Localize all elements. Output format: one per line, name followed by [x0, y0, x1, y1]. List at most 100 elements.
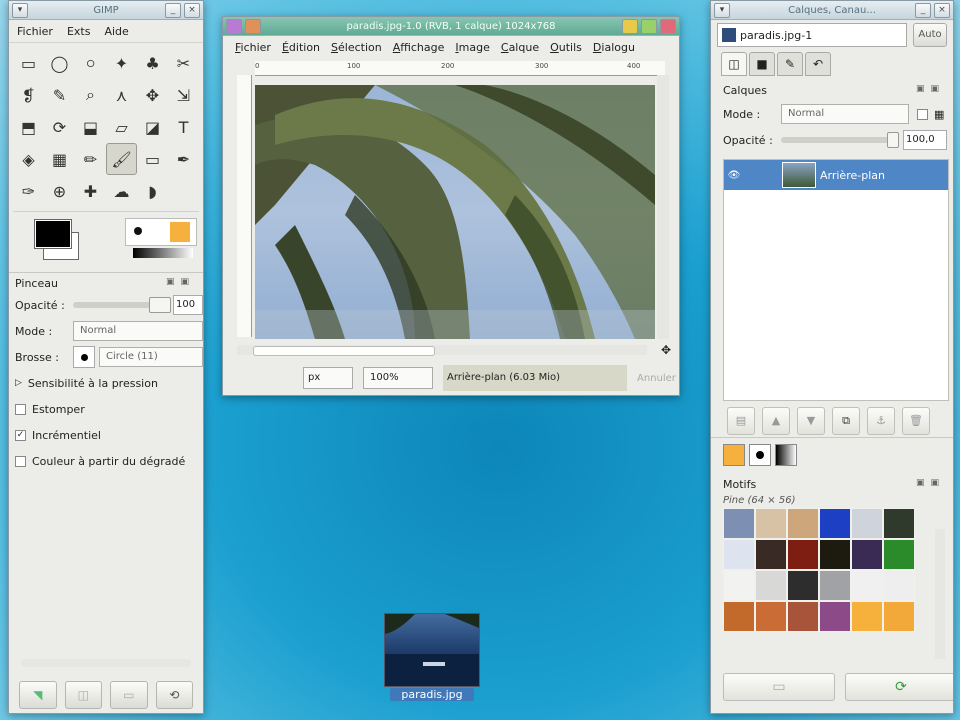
eraser-icon[interactable]: ▭ [137, 143, 168, 175]
heal-icon[interactable]: ✚ [75, 175, 106, 207]
brush-name-field[interactable]: Circle (11) [99, 347, 203, 367]
pattern-swatch[interactable] [883, 601, 915, 632]
layer-opacity-slider[interactable] [781, 132, 899, 148]
pattern-swatch[interactable] [723, 601, 755, 632]
tab-paths[interactable]: ✎ [777, 52, 803, 76]
pattern-swatch[interactable] [851, 601, 883, 632]
pattern-swatch[interactable] [883, 570, 915, 601]
brush-pattern-preview[interactable] [125, 218, 197, 246]
clone-icon[interactable]: ⊕ [44, 175, 75, 207]
paintbrush-icon[interactable]: 🖌 [106, 143, 137, 175]
ellipse-select-icon[interactable]: ◯ [44, 47, 75, 79]
reset-options-button[interactable]: ⟲ [155, 681, 193, 709]
save-options-button[interactable]: ◥ [19, 681, 57, 709]
delete-layer-button[interactable]: 🗑 [902, 407, 930, 435]
bucket-fill-icon[interactable]: ◈ [13, 143, 44, 175]
tab-layers[interactable]: ◫ [721, 52, 747, 76]
pattern-swatch[interactable] [723, 539, 755, 570]
menu-exts[interactable]: Exts [67, 25, 91, 38]
menu-fichier[interactable]: Fichier [235, 41, 271, 54]
menu-fichier[interactable]: Fichier [17, 25, 53, 38]
pattern-swatch[interactable] [787, 570, 819, 601]
menu-affichage[interactable]: Affichage [393, 41, 445, 54]
pattern-swatch[interactable] [883, 508, 915, 539]
text-icon[interactable]: T [168, 111, 199, 143]
ink-icon[interactable]: ✑ [13, 175, 44, 207]
pattern-swatch[interactable] [723, 508, 755, 539]
layer-opacity-knob[interactable] [887, 132, 899, 148]
layer-opacity-field[interactable]: 100,0 [903, 130, 947, 150]
navigate-icon[interactable]: ✥ [661, 343, 671, 357]
pressure-expander[interactable]: ▷ Sensibilité à la pression [9, 370, 203, 396]
checkbox-estomper[interactable] [15, 403, 26, 415]
lock-alpha-checkbox[interactable] [917, 108, 928, 120]
scissors-icon[interactable]: ✂ [168, 47, 199, 79]
opacity-slider-knob[interactable] [149, 297, 171, 313]
options-scrollbar[interactable] [21, 659, 191, 667]
refresh-patterns-button[interactable]: ⟳ [845, 673, 953, 701]
layer-mode-combo[interactable]: Normal [781, 104, 909, 124]
pattern-swatch[interactable] [723, 570, 755, 601]
paths-icon[interactable]: ❡ [13, 79, 44, 111]
perspective-icon[interactable]: ◪ [137, 111, 168, 143]
scale-icon[interactable]: ⬓ [75, 111, 106, 143]
opacity-value-field[interactable]: 100 [173, 295, 203, 315]
pattern-scrollbar[interactable] [935, 529, 945, 659]
checkbox-incremental[interactable]: ✓ [15, 429, 26, 441]
tab-undo[interactable]: ↶ [805, 52, 831, 76]
pattern-swatch[interactable] [787, 539, 819, 570]
expander-arrow-icon[interactable]: ▷ [15, 378, 22, 388]
raise-layer-button[interactable]: ▲ [762, 407, 790, 435]
pattern-swatch[interactable] [851, 508, 883, 539]
desktop-file-thumbnail[interactable] [384, 613, 480, 687]
layer-name[interactable]: Arrière-plan [820, 169, 885, 182]
menu-image[interactable]: Image [455, 41, 489, 54]
dock-titlebar[interactable]: ▾ Calques, Canau... _ × [711, 1, 953, 20]
align-icon[interactable]: ⇲ [168, 79, 199, 111]
menu-dialogues[interactable]: Dialogu [593, 41, 635, 54]
menu-calque[interactable]: Calque [501, 41, 539, 54]
crop-icon[interactable]: ⬒ [13, 111, 44, 143]
dodge-burn-icon[interactable]: ◗ [137, 175, 168, 207]
horizontal-ruler[interactable]: 0 100 200 300 400 [255, 61, 665, 76]
menu-edition[interactable]: Édition [282, 41, 320, 54]
vertical-scrollbar[interactable] [657, 75, 669, 339]
image-canvas[interactable] [255, 85, 655, 339]
tab-patterns[interactable] [723, 444, 745, 466]
unit-combo[interactable]: px [303, 367, 353, 389]
color-select-icon[interactable]: ♣ [137, 47, 168, 79]
check-gradient-color[interactable]: Couleur à partir du dégradé [9, 448, 203, 474]
check-estomper[interactable]: Estomper [9, 396, 203, 422]
layer-row[interactable]: 👁 Arrière-plan [724, 160, 948, 190]
pattern-swatch[interactable] [851, 539, 883, 570]
visibility-eye-icon[interactable]: 👁 [724, 170, 744, 181]
airbrush-icon[interactable]: ✒ [168, 143, 199, 175]
tab-channels[interactable]: ■ [749, 52, 775, 76]
gradient-preview[interactable] [133, 248, 193, 258]
tab-gradients[interactable] [775, 444, 797, 466]
close-icon[interactable]: × [184, 3, 200, 18]
menu-selection[interactable]: Sélection [331, 41, 382, 54]
horizontal-scrollbar[interactable] [237, 345, 647, 356]
panel-close-icons[interactable]: ▣▣ [166, 277, 195, 290]
close-icon[interactable]: × [934, 3, 950, 18]
shear-icon[interactable]: ▱ [106, 111, 137, 143]
restore-options-button[interactable]: ◫ [64, 681, 102, 709]
rect-select-icon[interactable]: ▭ [13, 47, 44, 79]
cancel-button[interactable]: Annuler [637, 373, 676, 384]
pattern-preview-icon[interactable] [170, 222, 190, 242]
toolbox-titlebar[interactable]: ▾ GIMP _ × [9, 1, 203, 20]
pattern-swatch[interactable] [819, 508, 851, 539]
panel-close-icons[interactable]: ▣▣ [916, 84, 945, 97]
new-layer-button[interactable]: ▤ [727, 407, 755, 435]
move-icon[interactable]: ✥ [137, 79, 168, 111]
pattern-swatch[interactable] [787, 601, 819, 632]
desktop-file-label[interactable]: paradis.jpg [390, 688, 474, 701]
minimize-icon[interactable]: _ [915, 3, 931, 18]
opacity-slider[interactable] [73, 297, 171, 313]
menu-outils[interactable]: Outils [550, 41, 582, 54]
pattern-swatch[interactable] [755, 570, 787, 601]
pattern-swatch[interactable] [819, 539, 851, 570]
brush-select-button[interactable] [73, 346, 95, 368]
delete-options-button[interactable]: ▭ [110, 681, 148, 709]
